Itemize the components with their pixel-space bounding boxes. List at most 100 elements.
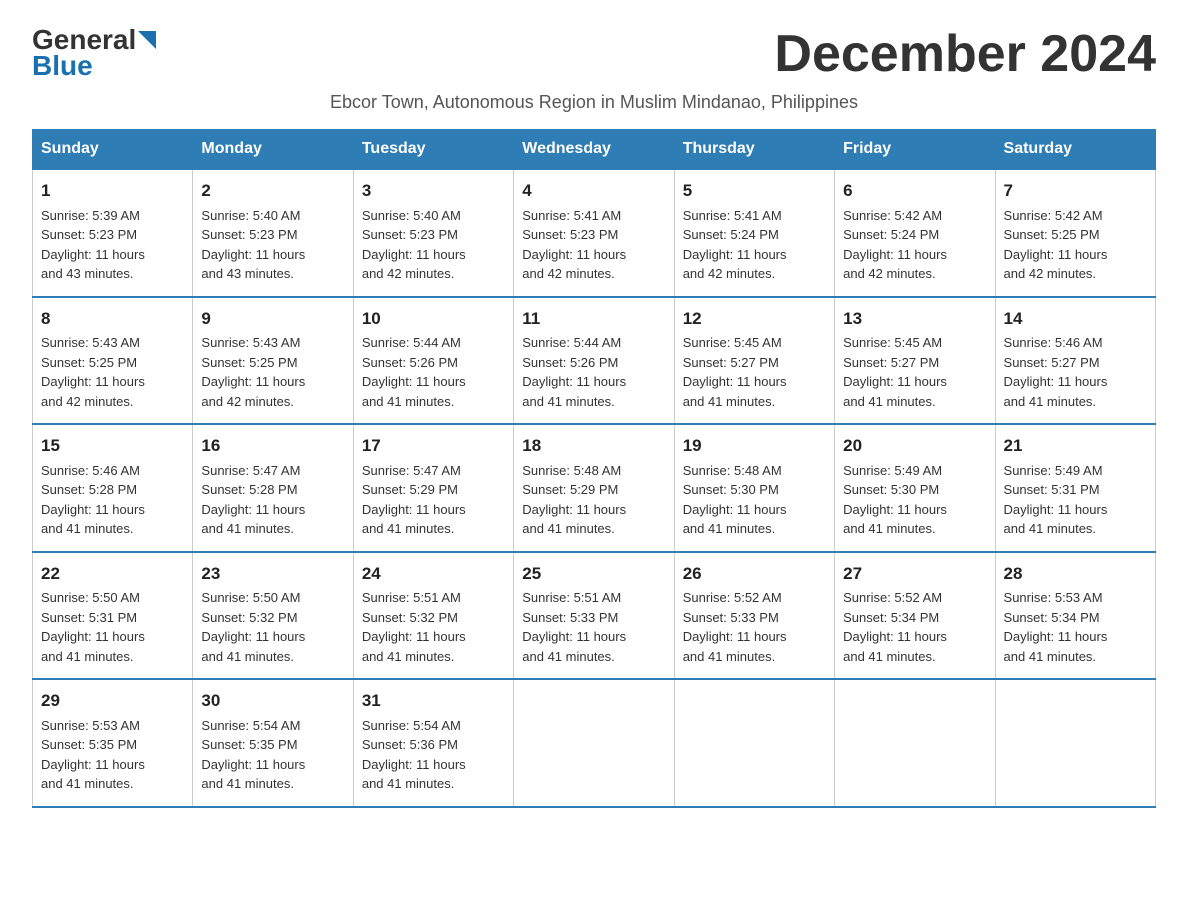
logo: General Blue: [32, 24, 156, 82]
table-row: 21 Sunrise: 5:49 AMSunset: 5:31 PMDayligh…: [995, 424, 1155, 552]
day-number: 1: [41, 178, 184, 204]
calendar-week-row: 29Sunrise: 5:53 AMSunset: 5:35 PMDayligh…: [33, 679, 1156, 807]
table-row: 3Sunrise: 5:40 AMSunset: 5:23 PMDaylight…: [353, 169, 513, 297]
calendar-week-row: 15 Sunrise: 5:46 AMSunset: 5:28 PMDayligh…: [33, 424, 1156, 552]
col-sunday: Sunday: [33, 130, 193, 170]
table-row: 30 Sunrise: 5:54 AMSunset: 5:35 PMDayligh…: [193, 679, 353, 807]
day-info: Sunrise: 5:53 AMSunset: 5:34 PMDaylight:…: [1004, 590, 1108, 664]
subtitle: Ebcor Town, Autonomous Region in Muslim …: [32, 92, 1156, 113]
day-info: Sunrise: 5:52 AMSunset: 5:34 PMDaylight:…: [843, 590, 947, 664]
day-number: 4: [522, 178, 665, 204]
table-row: 17 Sunrise: 5:47 AMSunset: 5:29 PMDayligh…: [353, 424, 513, 552]
day-info: Sunrise: 5:52 AMSunset: 5:33 PMDaylight:…: [683, 590, 787, 664]
day-info: Sunrise: 5:50 AMSunset: 5:32 PMDaylight:…: [201, 590, 305, 664]
day-info: Sunrise: 5:47 AMSunset: 5:28 PMDaylight:…: [201, 463, 305, 537]
day-number: 31: [362, 688, 505, 714]
day-info: Sunrise: 5:44 AMSunset: 5:26 PMDaylight:…: [362, 335, 466, 409]
table-row: 6 Sunrise: 5:42 AMSunset: 5:24 PMDaylight…: [835, 169, 995, 297]
day-info: Sunrise: 5:46 AMSunset: 5:28 PMDaylight:…: [41, 463, 145, 537]
table-row: 9 Sunrise: 5:43 AMSunset: 5:25 PMDaylight…: [193, 297, 353, 425]
table-row: 25Sunrise: 5:51 AMSunset: 5:33 PMDayligh…: [514, 552, 674, 680]
day-info: Sunrise: 5:50 AMSunset: 5:31 PMDaylight:…: [41, 590, 145, 664]
table-row: 5 Sunrise: 5:41 AMSunset: 5:24 PMDaylight…: [674, 169, 834, 297]
table-row: 23 Sunrise: 5:50 AMSunset: 5:32 PMDayligh…: [193, 552, 353, 680]
table-row: 16 Sunrise: 5:47 AMSunset: 5:28 PMDayligh…: [193, 424, 353, 552]
day-info: Sunrise: 5:43 AMSunset: 5:25 PMDaylight:…: [201, 335, 305, 409]
day-info: Sunrise: 5:49 AMSunset: 5:31 PMDaylight:…: [1004, 463, 1108, 537]
day-info: Sunrise: 5:44 AMSunset: 5:26 PMDaylight:…: [522, 335, 626, 409]
table-row: [514, 679, 674, 807]
table-row: 18Sunrise: 5:48 AMSunset: 5:29 PMDayligh…: [514, 424, 674, 552]
day-number: 30: [201, 688, 344, 714]
table-row: 31 Sunrise: 5:54 AMSunset: 5:36 PMDayligh…: [353, 679, 513, 807]
day-info: Sunrise: 5:39 AMSunset: 5:23 PMDaylight:…: [41, 208, 145, 282]
day-number: 22: [41, 561, 184, 587]
table-row: [995, 679, 1155, 807]
day-info: Sunrise: 5:54 AMSunset: 5:35 PMDaylight:…: [201, 718, 305, 792]
table-row: 15 Sunrise: 5:46 AMSunset: 5:28 PMDayligh…: [33, 424, 193, 552]
table-row: 28 Sunrise: 5:53 AMSunset: 5:34 PMDayligh…: [995, 552, 1155, 680]
table-row: 2Sunrise: 5:40 AMSunset: 5:23 PMDaylight…: [193, 169, 353, 297]
day-number: 16: [201, 433, 344, 459]
day-number: 11: [522, 306, 665, 332]
table-row: 29Sunrise: 5:53 AMSunset: 5:35 PMDayligh…: [33, 679, 193, 807]
day-number: 20: [843, 433, 986, 459]
day-info: Sunrise: 5:43 AMSunset: 5:25 PMDaylight:…: [41, 335, 145, 409]
col-monday: Monday: [193, 130, 353, 170]
logo-blue: Blue: [32, 50, 156, 82]
day-info: Sunrise: 5:51 AMSunset: 5:32 PMDaylight:…: [362, 590, 466, 664]
day-info: Sunrise: 5:45 AMSunset: 5:27 PMDaylight:…: [843, 335, 947, 409]
day-info: Sunrise: 5:42 AMSunset: 5:24 PMDaylight:…: [843, 208, 947, 282]
day-info: Sunrise: 5:54 AMSunset: 5:36 PMDaylight:…: [362, 718, 466, 792]
table-row: 14 Sunrise: 5:46 AMSunset: 5:27 PMDayligh…: [995, 297, 1155, 425]
day-number: 7: [1004, 178, 1147, 204]
day-info: Sunrise: 5:47 AMSunset: 5:29 PMDaylight:…: [362, 463, 466, 537]
table-row: 12Sunrise: 5:45 AMSunset: 5:27 PMDayligh…: [674, 297, 834, 425]
day-info: Sunrise: 5:45 AMSunset: 5:27 PMDaylight:…: [683, 335, 787, 409]
day-number: 15: [41, 433, 184, 459]
day-number: 17: [362, 433, 505, 459]
day-number: 21: [1004, 433, 1147, 459]
day-number: 13: [843, 306, 986, 332]
day-number: 8: [41, 306, 184, 332]
header-area: General Blue December 2024: [32, 24, 1156, 84]
day-number: 24: [362, 561, 505, 587]
day-info: Sunrise: 5:46 AMSunset: 5:27 PMDaylight:…: [1004, 335, 1108, 409]
day-number: 5: [683, 178, 826, 204]
calendar-header-row: Sunday Monday Tuesday Wednesday Thursday…: [33, 130, 1156, 170]
calendar-week-row: 22 Sunrise: 5:50 AMSunset: 5:31 PMDayligh…: [33, 552, 1156, 680]
table-row: 24 Sunrise: 5:51 AMSunset: 5:32 PMDayligh…: [353, 552, 513, 680]
day-number: 23: [201, 561, 344, 587]
day-number: 2: [201, 178, 344, 204]
day-info: Sunrise: 5:49 AMSunset: 5:30 PMDaylight:…: [843, 463, 947, 537]
day-info: Sunrise: 5:41 AMSunset: 5:23 PMDaylight:…: [522, 208, 626, 282]
day-number: 18: [522, 433, 665, 459]
table-row: 1 Sunrise: 5:39 AMSunset: 5:23 PMDaylight…: [33, 169, 193, 297]
page-title: December 2024: [774, 24, 1156, 84]
day-number: 14: [1004, 306, 1147, 332]
table-row: 27Sunrise: 5:52 AMSunset: 5:34 PMDayligh…: [835, 552, 995, 680]
col-thursday: Thursday: [674, 130, 834, 170]
calendar-week-row: 8 Sunrise: 5:43 AMSunset: 5:25 PMDaylight…: [33, 297, 1156, 425]
table-row: 13 Sunrise: 5:45 AMSunset: 5:27 PMDayligh…: [835, 297, 995, 425]
table-row: 26 Sunrise: 5:52 AMSunset: 5:33 PMDayligh…: [674, 552, 834, 680]
day-info: Sunrise: 5:42 AMSunset: 5:25 PMDaylight:…: [1004, 208, 1108, 282]
day-info: Sunrise: 5:41 AMSunset: 5:24 PMDaylight:…: [683, 208, 787, 282]
col-tuesday: Tuesday: [353, 130, 513, 170]
col-saturday: Saturday: [995, 130, 1155, 170]
day-number: 26: [683, 561, 826, 587]
table-row: 19Sunrise: 5:48 AMSunset: 5:30 PMDayligh…: [674, 424, 834, 552]
table-row: 11 Sunrise: 5:44 AMSunset: 5:26 PMDayligh…: [514, 297, 674, 425]
table-row: [674, 679, 834, 807]
table-row: 20 Sunrise: 5:49 AMSunset: 5:30 PMDayligh…: [835, 424, 995, 552]
day-number: 29: [41, 688, 184, 714]
col-wednesday: Wednesday: [514, 130, 674, 170]
day-number: 25: [522, 561, 665, 587]
day-number: 9: [201, 306, 344, 332]
logo-arrow-icon: [138, 31, 156, 49]
table-row: 22 Sunrise: 5:50 AMSunset: 5:31 PMDayligh…: [33, 552, 193, 680]
day-number: 28: [1004, 561, 1147, 587]
day-number: 6: [843, 178, 986, 204]
day-info: Sunrise: 5:48 AMSunset: 5:30 PMDaylight:…: [683, 463, 787, 537]
table-row: [835, 679, 995, 807]
